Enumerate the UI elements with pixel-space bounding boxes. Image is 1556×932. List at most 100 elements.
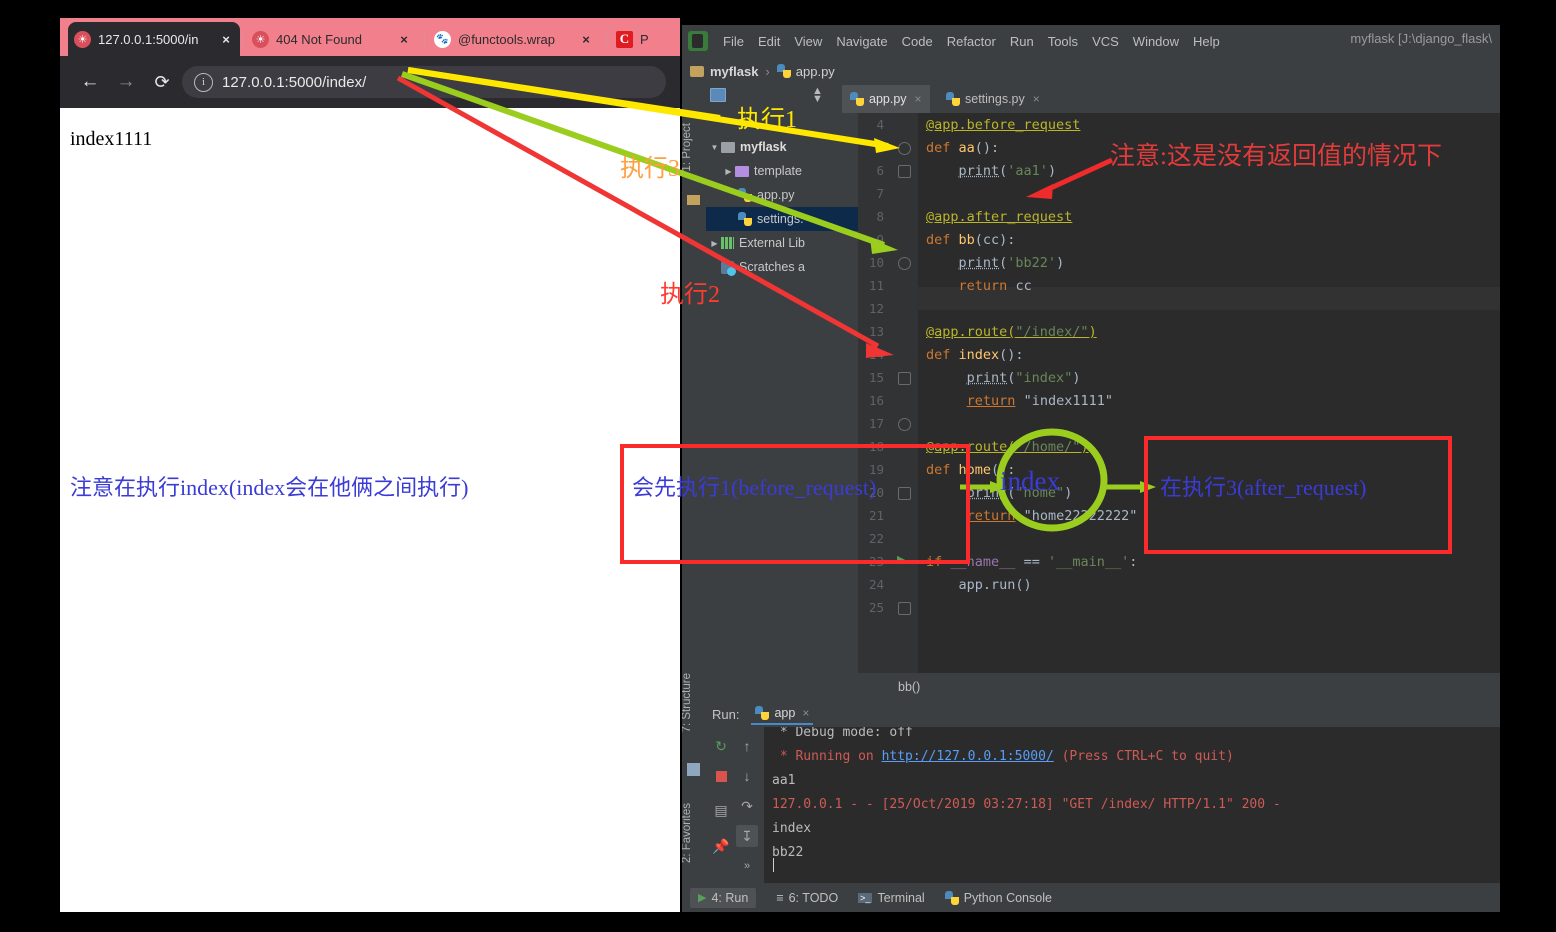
browser-tab-0[interactable]: ☀ 127.0.0.1:5000/in × <box>68 22 240 56</box>
folder-icon <box>721 141 735 153</box>
code-editor[interactable]: 4 5 6 7 8 9 10 11 12 13 14 15 16 17 18 1… <box>858 113 1500 673</box>
soft-wrap-icon[interactable]: ↷ <box>736 795 758 817</box>
console-line-3: 127.0.0.1 - - [25/Oct/2019 03:27:18] "GE… <box>772 797 1281 812</box>
menu-code[interactable]: Code <box>895 31 940 52</box>
scroll-down-icon[interactable]: ↓ <box>736 765 758 787</box>
menu-tools[interactable]: Tools <box>1041 31 1085 52</box>
scroll-to-end-icon[interactable]: ↧ <box>736 825 758 847</box>
python-file-icon <box>944 890 959 905</box>
address-bar[interactable]: i 127.0.0.1:5000/index/ <box>182 66 666 98</box>
fold-collapse-icon[interactable] <box>898 142 911 155</box>
editor-tab-settings-label: settings.py <box>965 92 1025 106</box>
run-panel-header: Run: app × <box>706 701 1500 727</box>
print-icon[interactable]: ▤ <box>710 799 732 821</box>
line-number: 24 <box>868 577 884 592</box>
breadcrumb-project[interactable]: myflask <box>710 64 758 79</box>
tree-item-settings-py[interactable]: settings. <box>706 207 858 231</box>
chevron-down-icon[interactable]: ▼ <box>708 143 721 152</box>
editor-tab-app-close-icon[interactable]: × <box>915 92 922 106</box>
run-tab-close-icon[interactable]: × <box>802 706 809 720</box>
toolwindow-project-label[interactable]: 1: Project <box>682 123 705 172</box>
menu-edit[interactable]: Edit <box>751 31 787 52</box>
console-line-1-prefix: * Running on <box>772 749 882 764</box>
fold-end-icon[interactable] <box>898 602 911 615</box>
line-number: 19 <box>868 462 884 477</box>
browser-tab-1[interactable]: ☀ 404 Not Found × <box>246 22 418 56</box>
browser-tab-0-close-icon[interactable]: × <box>218 32 234 47</box>
code-line-18: @app.route("/home/") <box>926 439 1089 455</box>
run-config-tab[interactable]: app × <box>751 704 814 725</box>
line-number: 25 <box>868 600 884 615</box>
expand-collapse-icon[interactable]: ▲ ▼ <box>812 86 823 105</box>
tree-label: template <box>754 164 802 178</box>
fold-end-icon[interactable] <box>898 372 911 385</box>
line-number: 11 <box>868 278 884 293</box>
pycharm-logo-icon <box>688 31 708 51</box>
menu-file[interactable]: File <box>716 31 751 52</box>
fold-collapse-icon[interactable] <box>898 418 911 431</box>
menu-help[interactable]: Help <box>1186 31 1227 52</box>
fold-end-icon[interactable] <box>898 487 911 500</box>
editor-bottom-breadcrumb[interactable]: bb() <box>858 673 1500 701</box>
console-caret <box>773 858 774 872</box>
tree-item-myflask[interactable]: ▼ myflask <box>706 135 858 159</box>
reload-icon[interactable]: ⟳ <box>146 66 178 98</box>
chevron-right-icon[interactable]: ▶ <box>722 167 735 176</box>
folder-icon <box>735 165 749 177</box>
forward-icon[interactable]: → <box>110 66 142 98</box>
tree-label: External Lib <box>739 236 806 250</box>
menu-window[interactable]: Window <box>1126 31 1186 52</box>
fold-end-icon[interactable] <box>898 165 911 178</box>
breadcrumb-file[interactable]: app.py <box>796 64 835 79</box>
console-url-link[interactable]: http://127.0.0.1:5000/ <box>882 749 1054 764</box>
statusbar-run-label: 4: Run <box>711 890 749 905</box>
code-line-11: return cc <box>958 278 1032 294</box>
stop-icon[interactable] <box>710 765 732 787</box>
library-icon <box>721 237 734 249</box>
more-icon[interactable]: » <box>736 855 758 877</box>
statusbar-terminal[interactable]: >_ Terminal <box>858 891 925 905</box>
fold-collapse-icon[interactable] <box>898 257 911 270</box>
browser-tab-2[interactable]: 🐾 @functools.wrap × <box>428 22 600 56</box>
editor-tab-settings[interactable]: settings.py × <box>938 85 1048 113</box>
menu-run[interactable]: Run <box>1003 31 1041 52</box>
globe-icon: ☀ <box>252 30 269 48</box>
chevron-right-icon[interactable]: ▶ <box>708 239 721 248</box>
project-window-icon <box>710 88 726 102</box>
line-number: 21 <box>868 508 884 523</box>
tree-item-app-py[interactable]: app.py <box>706 183 858 207</box>
menu-refactor[interactable]: Refactor <box>940 31 1003 52</box>
code-line-20: print("home") <box>966 485 1073 501</box>
scroll-up-icon[interactable]: ↑ <box>736 735 758 757</box>
code-line-4: @app.before_request <box>926 117 1081 133</box>
browser-tab-3[interactable]: C P <box>610 22 680 56</box>
tree-item-template[interactable]: ▶ template <box>706 159 858 183</box>
line-number: 14 <box>868 347 884 362</box>
run-gutter-icon[interactable]: ▶ <box>897 553 905 566</box>
code-text-area[interactable]: @app.before_request def aa(): print('aa1… <box>918 113 1500 673</box>
statusbar-run[interactable]: ▶ 4: Run <box>690 887 757 908</box>
tree-item-external-libraries[interactable]: ▶ External Lib <box>706 231 858 255</box>
project-toolwindow-header[interactable] <box>710 88 730 102</box>
menu-vcs[interactable]: VCS <box>1085 31 1126 52</box>
statusbar-todo[interactable]: ≡ 6: TODO <box>776 891 838 905</box>
statusbar-python-console[interactable]: Python Console <box>944 890 1052 905</box>
browser-tab-1-close-icon[interactable]: × <box>396 32 412 47</box>
toolwindow-favorites-label[interactable]: 2: Favorites <box>682 803 705 863</box>
menu-view[interactable]: View <box>787 31 829 52</box>
pin-icon[interactable]: 📌 <box>710 835 732 857</box>
info-icon[interactable]: i <box>194 72 213 92</box>
editor-tab-settings-close-icon[interactable]: × <box>1033 92 1040 106</box>
left-toolwindow-strip: 1: Project 7: Structure 2: Favorites ★ <box>682 113 706 905</box>
browser-tab-2-close-icon[interactable]: × <box>578 32 594 47</box>
rerun-icon[interactable]: ↻ <box>710 735 732 757</box>
code-line-23: if __name__ == '__main__': <box>926 554 1138 570</box>
baidu-icon: 🐾 <box>434 30 451 48</box>
editor-tab-app[interactable]: app.py × <box>842 85 930 113</box>
menu-navigate[interactable]: Navigate <box>829 31 894 52</box>
back-icon[interactable]: ← <box>74 66 106 98</box>
run-console-output[interactable]: * Debug mode: off * Running on http://12… <box>764 727 1500 883</box>
tree-item-scratches[interactable]: Scratches a <box>706 255 858 279</box>
browser-page-content: index1111 <box>60 108 680 912</box>
toolwindow-structure-label[interactable]: 7: Structure <box>682 673 705 732</box>
